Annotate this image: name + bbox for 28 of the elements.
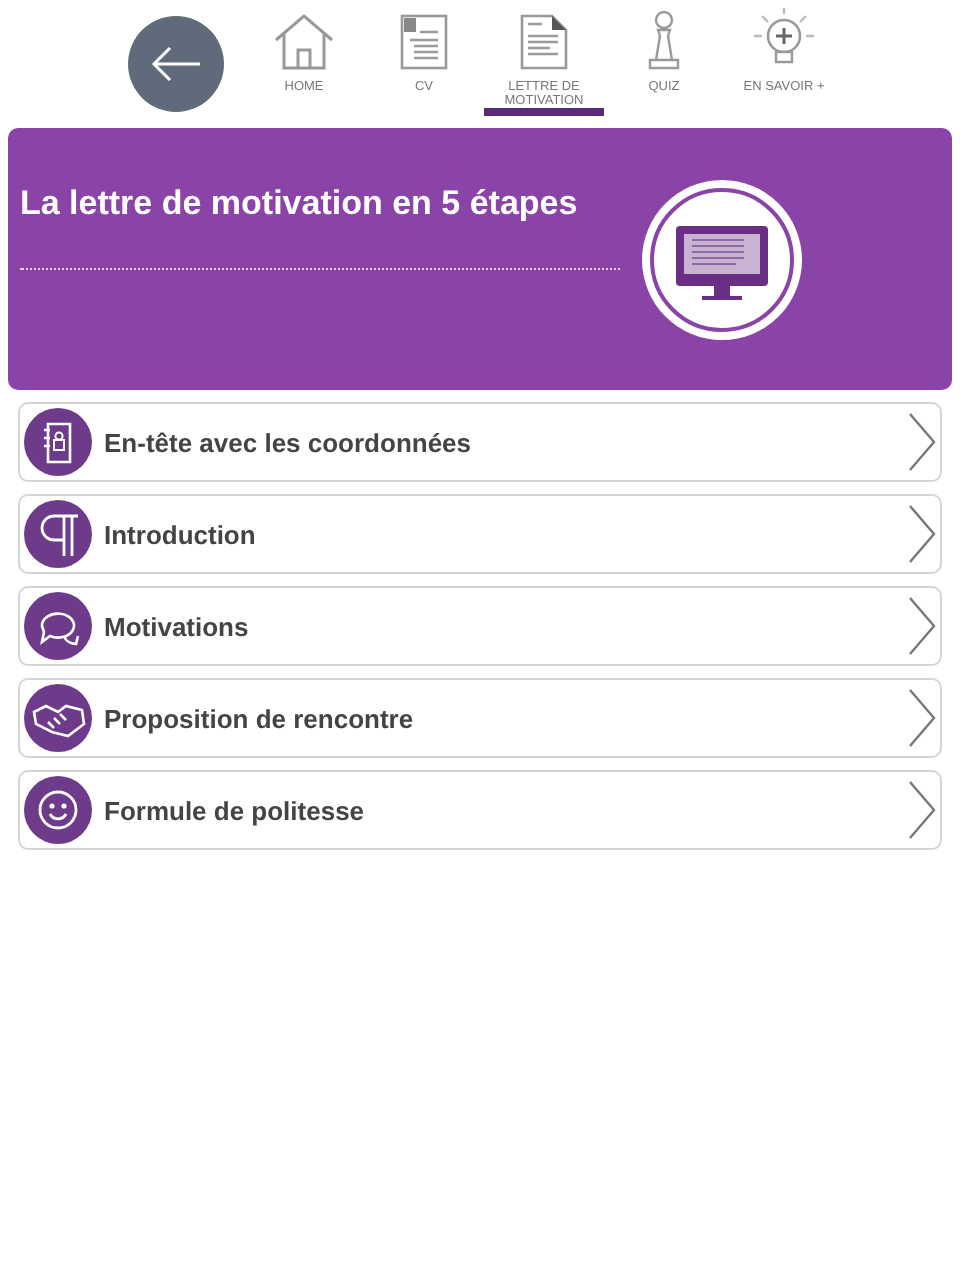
chevron-icon [908, 688, 936, 748]
step-item[interactable]: Introduction [18, 494, 942, 574]
step-icon [24, 776, 92, 844]
step-icon [24, 592, 92, 660]
banner-title: La lettre de motivation en 5 étapes [20, 184, 580, 224]
resume-icon [398, 12, 450, 72]
step-icon [24, 684, 92, 752]
step-label: En-tête avec les coordonnées [104, 427, 474, 457]
chevron-icon [908, 780, 936, 840]
step-item[interactable]: Formule de politesse [18, 770, 942, 850]
document-icon [518, 12, 570, 72]
back-arrow-icon [150, 46, 202, 82]
step-label: Motivations [104, 611, 251, 641]
step-icon [24, 408, 92, 476]
monitor-icon [640, 178, 804, 342]
step-item[interactable]: Proposition de rencontre [18, 678, 942, 758]
step-label: Formule de politesse [104, 795, 367, 825]
step-label: Introduction [104, 519, 258, 549]
chevron-icon [908, 504, 936, 564]
step-label: Proposition de rencontre [104, 703, 416, 733]
chevron-icon [908, 412, 936, 472]
back-button[interactable] [128, 16, 224, 112]
chevron-icon [908, 596, 936, 656]
step-icon [24, 500, 92, 568]
step-item[interactable]: Motivations [18, 586, 942, 666]
step-item[interactable]: En-tête avec les coordonnées [18, 402, 942, 482]
pawn-icon [644, 8, 684, 72]
house-icon [272, 12, 336, 72]
